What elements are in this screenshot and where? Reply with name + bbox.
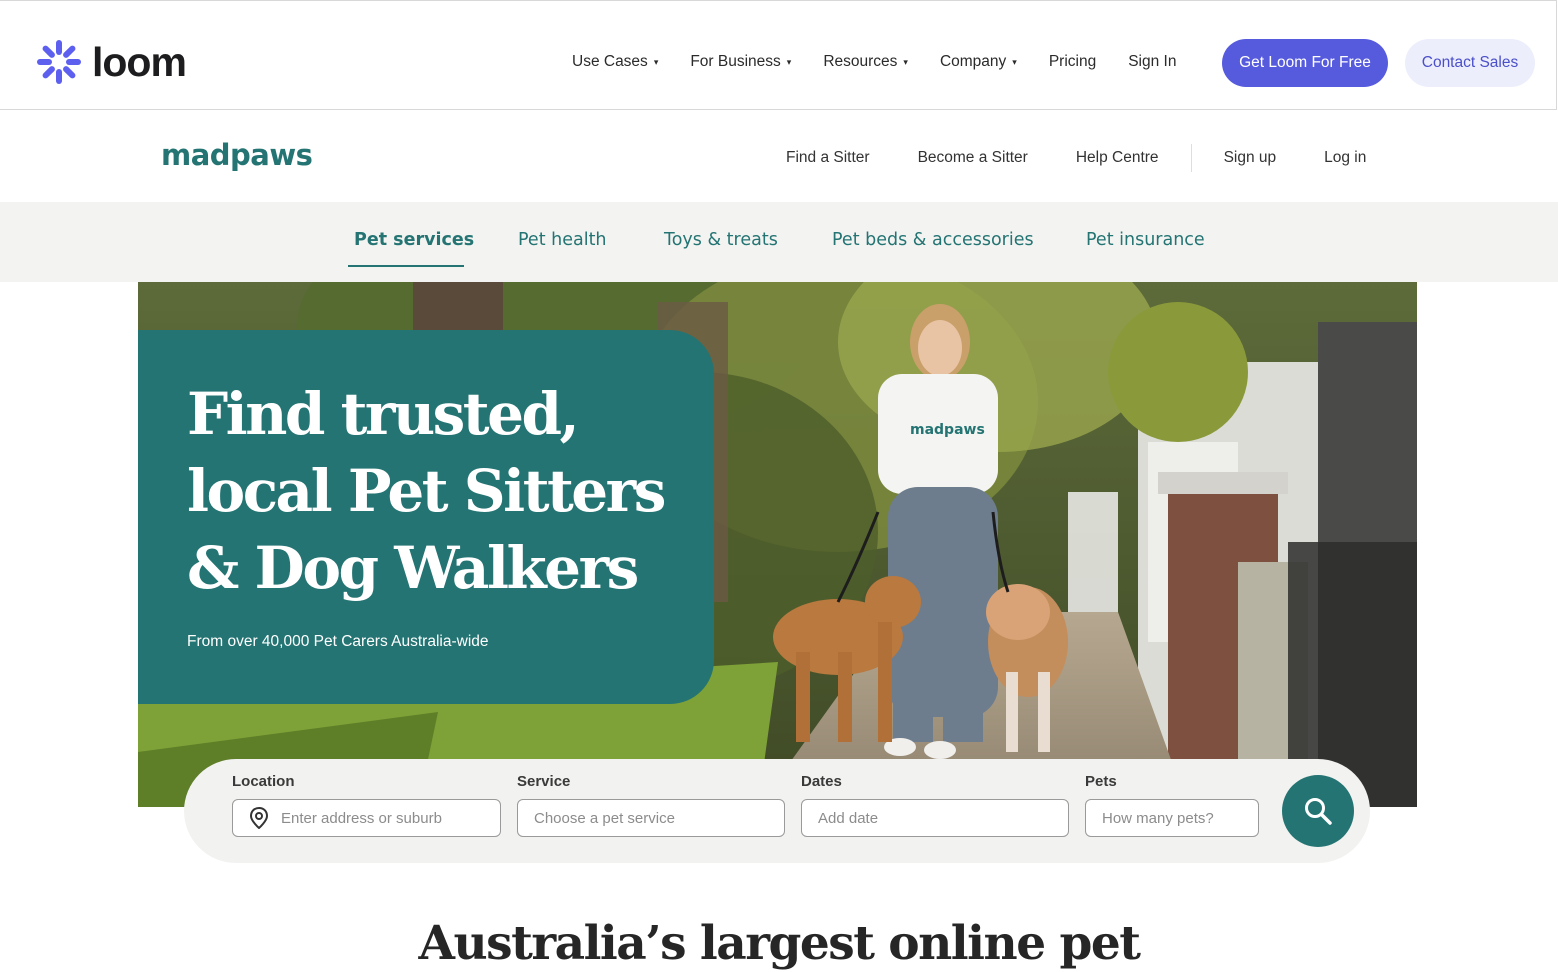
tab-pet-health[interactable]: Pet health	[518, 230, 607, 250]
nav-use-cases[interactable]: Use Cases ▾	[572, 53, 658, 71]
sign-up-link[interactable]: Sign up	[1224, 149, 1277, 167]
nav-resources[interactable]: Resources ▾	[823, 53, 908, 71]
caret-down-icon: ▾	[653, 56, 659, 67]
caret-down-icon: ▾	[1012, 56, 1017, 67]
nav-help-centre[interactable]: Help Centre	[1076, 149, 1159, 167]
service-label: Service	[517, 773, 571, 790]
active-tab-indicator	[348, 265, 464, 267]
hero-subtitle: From over 40,000 Pet Carers Australia-wi…	[187, 633, 489, 650]
nav-sign-in[interactable]: Sign In	[1128, 53, 1176, 71]
madpaws-header: madpaws Find a Sitter Become a Sitter He…	[0, 110, 1558, 202]
madpaws-nav: Find a Sitter Become a Sitter Help Centr…	[786, 144, 1366, 172]
loom-starburst-icon	[36, 39, 82, 85]
loom-top-bar: loom Use Cases ▾ For Business ▾ Resource…	[0, 0, 1557, 110]
nav-label: For Business	[690, 53, 781, 70]
service-field[interactable]: Choose a pet service	[517, 799, 785, 837]
nav-become-sitter[interactable]: Become a Sitter	[918, 149, 1028, 167]
location-label: Location	[232, 773, 295, 790]
hero-title: Find trusted, local Pet Sitters & Dog Wa…	[187, 376, 687, 607]
shirt-logo: madpaws	[910, 422, 985, 438]
nav-pricing[interactable]: Pricing	[1049, 53, 1096, 71]
nav-label: Resources	[823, 53, 898, 70]
tab-pet-beds-accessories[interactable]: Pet beds & accessories	[832, 230, 1034, 250]
hero-title-line: local Pet Sitters	[187, 457, 666, 525]
get-loom-free-button[interactable]: Get Loom For Free	[1222, 39, 1388, 87]
madpaws-logo[interactable]: madpaws	[161, 138, 313, 172]
category-tabs: Pet services Pet health Toys & treats Pe…	[0, 202, 1558, 282]
pets-field[interactable]: How many pets?	[1085, 799, 1259, 837]
dates-label: Dates	[801, 773, 842, 790]
log-in-link[interactable]: Log in	[1324, 149, 1366, 167]
nav-company[interactable]: Company ▾	[940, 53, 1017, 71]
service-placeholder: Choose a pet service	[534, 809, 675, 827]
caret-down-icon: ▾	[786, 56, 792, 67]
search-panel: Location Enter address or suburb Service…	[184, 759, 1370, 863]
hero-card: Find trusted, local Pet Sitters & Dog Wa…	[138, 330, 714, 704]
tab-pet-insurance[interactable]: Pet insurance	[1086, 230, 1205, 250]
section-heading: Australia’s largest online pet	[418, 916, 1141, 971]
search-icon	[1303, 796, 1333, 826]
dates-placeholder: Add date	[818, 809, 879, 827]
tab-pet-services[interactable]: Pet services	[354, 230, 474, 250]
search-button[interactable]	[1282, 775, 1354, 847]
loom-nav: Use Cases ▾ For Business ▾ Resources ▾ C…	[572, 53, 1208, 71]
nav-find-sitter[interactable]: Find a Sitter	[786, 149, 870, 167]
location-field[interactable]: Enter address or suburb	[232, 799, 501, 837]
caret-down-icon: ▾	[903, 56, 908, 67]
location-placeholder: Enter address or suburb	[281, 809, 442, 827]
location-pin-icon	[249, 807, 269, 829]
contact-sales-button[interactable]: Contact Sales	[1405, 39, 1535, 87]
hero-title-line: & Dog Walkers	[187, 534, 639, 602]
loom-logo[interactable]: loom	[36, 38, 187, 85]
pets-label: Pets	[1085, 773, 1117, 790]
nav-label: Use Cases	[572, 53, 648, 70]
tab-toys-treats[interactable]: Toys & treats	[664, 230, 778, 250]
nav-for-business[interactable]: For Business ▾	[690, 53, 791, 71]
nav-divider	[1190, 144, 1192, 172]
dates-field[interactable]: Add date	[801, 799, 1069, 837]
pets-placeholder: How many pets?	[1102, 809, 1214, 827]
hero-title-line: Find trusted,	[187, 380, 580, 448]
nav-label: Company	[939, 53, 1007, 70]
loom-wordmark: loom	[92, 38, 187, 85]
